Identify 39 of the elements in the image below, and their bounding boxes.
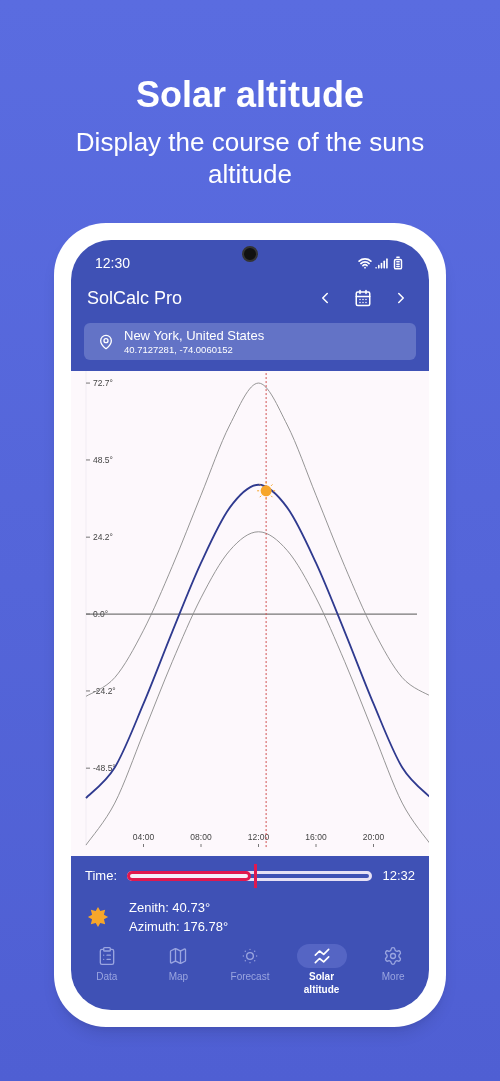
y-tick-label: 0.0° [93, 609, 109, 620]
wifi-icon [358, 256, 372, 270]
calendar-icon [354, 289, 372, 307]
y-tick-label: -24.2° [93, 685, 116, 696]
sun-marker-icon [256, 481, 276, 501]
time-value: 12:32 [382, 867, 415, 886]
time-label: Time: [85, 867, 119, 886]
location-card[interactable]: New York, United States 40.7127281, -74.0060152 [84, 323, 416, 360]
status-time: 12:30 [95, 253, 131, 273]
settings-icon [383, 946, 404, 966]
y-tick-label: 48.5° [93, 454, 113, 465]
page-subtitle: Display the course of the suns altitude [74, 126, 426, 190]
time-slider-thumb[interactable] [254, 864, 258, 888]
y-tick-label: 72.7° [93, 378, 113, 389]
nav-tab[interactable]: Map [142, 944, 215, 996]
app-title: SolCalc Pro [87, 286, 184, 310]
battery-icon [391, 256, 405, 270]
azimuth-reading: Azimuth: 176.78° [129, 918, 229, 936]
nav-tab[interactable]: Solar altitude [285, 944, 358, 996]
camera-icon [242, 246, 258, 262]
location-pin-icon [98, 333, 114, 350]
x-tick-label: 12:00 [247, 832, 270, 842]
x-tick-label: 20:00 [362, 832, 385, 842]
nav-tab[interactable]: Forecast [214, 944, 286, 996]
time-slider[interactable] [127, 864, 373, 888]
sun-icon [87, 906, 109, 928]
zenith-reading: Zenith: 40.73° [129, 899, 212, 917]
x-tick-label: 08:00 [190, 832, 212, 842]
map-icon [168, 946, 189, 966]
y-tick-label: 24.2° [93, 532, 113, 543]
location-coordinates: 40.7127281, -74.0060152 [124, 344, 234, 355]
x-tick-label: 16:00 [305, 832, 327, 842]
nav-tab[interactable]: More [357, 944, 429, 996]
nav-tab[interactable]: Data [71, 944, 143, 996]
signal-icon [375, 256, 388, 270]
x-tick-label: 04:00 [132, 832, 155, 842]
page-title: Solar altitude [135, 73, 364, 117]
sun-icon [240, 946, 260, 966]
location-name: New York, United States [124, 328, 265, 342]
